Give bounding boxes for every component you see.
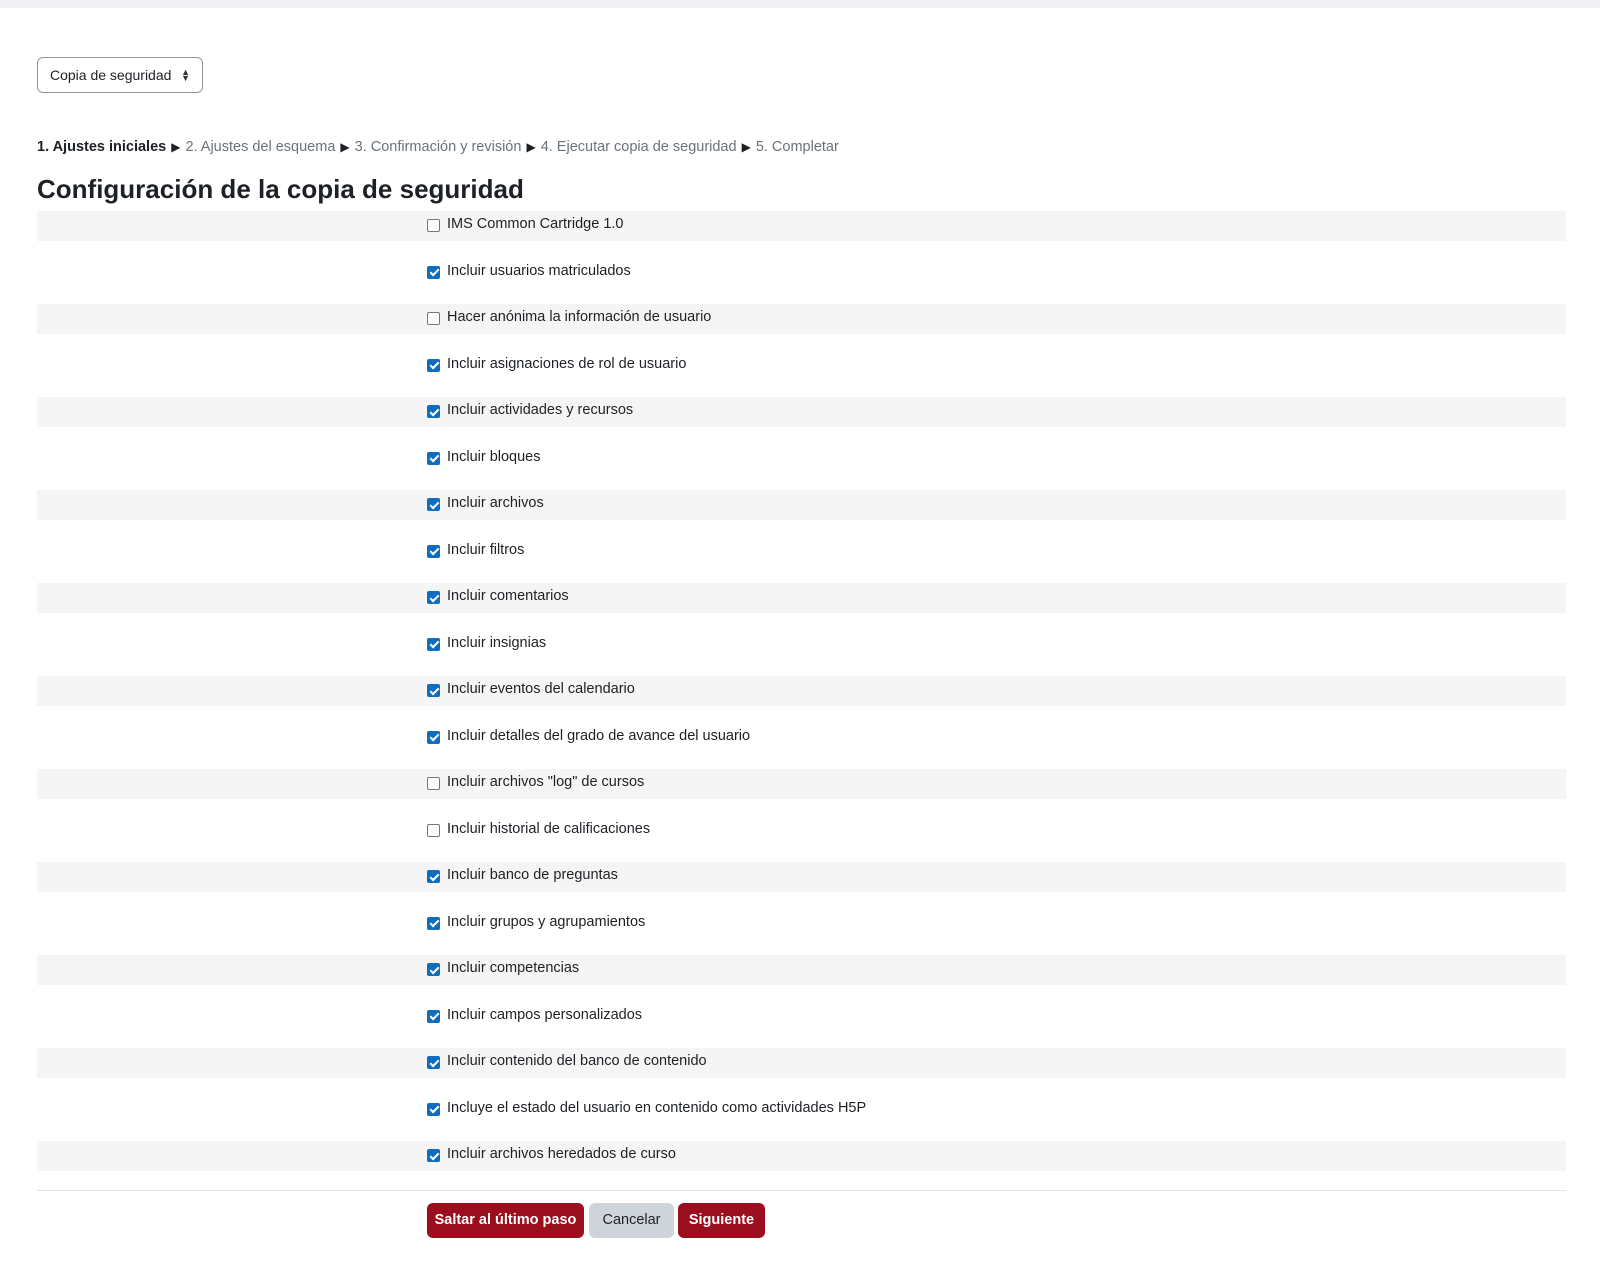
setting-label[interactable]: Incluir historial de calificaciones: [447, 816, 650, 843]
breadcrumb-step: 3. Confirmación y revisión: [354, 139, 522, 155]
setting-row: Incluir detalles del grado de avance del…: [37, 723, 1566, 753]
setting-row: Incluir historial de calificaciones: [37, 816, 1566, 846]
setting-label[interactable]: Incluir archivos "log" de cursos: [447, 769, 644, 796]
setting-checkbox[interactable]: [427, 1102, 440, 1116]
setting-checkbox[interactable]: [427, 1149, 440, 1162]
setting-row: Incluir eventos del calendario: [37, 676, 1566, 706]
setting-row: Hacer anónima la información de usuario: [37, 304, 1566, 334]
setting-row: Incluir insignias: [37, 630, 1566, 660]
breadcrumb-step: 2. Ajustes del esquema: [185, 139, 336, 155]
setting-checkbox[interactable]: [427, 498, 440, 511]
setting-label[interactable]: Incluir archivos: [447, 490, 544, 517]
setting-row: Incluir archivos "log" de cursos: [37, 769, 1566, 799]
form-divider: [37, 1190, 1566, 1191]
setting-label[interactable]: Incluir eventos del calendario: [447, 676, 635, 703]
setting-label[interactable]: Incluir campos personalizados: [447, 1002, 642, 1029]
setting-label[interactable]: Incluir asignaciones de rol de usuario: [447, 351, 686, 378]
setting-row: Incluir competencias: [37, 955, 1566, 985]
setting-row: Incluir filtros: [37, 537, 1566, 567]
setting-checkbox[interactable]: [427, 358, 440, 372]
select-caret-icon: ▲ ▼: [181, 67, 190, 84]
setting-row: Incluir actividades y recursos: [37, 397, 1566, 427]
breadcrumb-separator-icon: ▶: [526, 140, 536, 154]
setting-label[interactable]: Incluir banco de preguntas: [447, 862, 618, 889]
setting-checkbox[interactable]: [427, 405, 440, 418]
setting-row: IMS Common Cartridge 1.0: [37, 211, 1566, 241]
setting-row: Incluir campos personalizados: [37, 1002, 1566, 1032]
setting-label[interactable]: Incluir insignias: [447, 630, 546, 657]
setting-row: Incluir grupos y agrupamientos: [37, 909, 1566, 939]
setting-row: Incluir archivos heredados de curso: [37, 1141, 1566, 1171]
setting-label[interactable]: Incluir bloques: [447, 444, 541, 471]
skip-to-last-step-button[interactable]: Saltar al último paso: [427, 1203, 584, 1238]
setting-row: Incluir usuarios matriculados: [37, 258, 1566, 288]
setting-row: Incluye el estado del usuario en conteni…: [37, 1095, 1566, 1125]
breadcrumb-step: 4. Ejecutar copia de seguridad: [540, 139, 737, 155]
setting-checkbox[interactable]: [427, 591, 440, 604]
setting-row: Incluir contenido del banco de contenido: [37, 1048, 1566, 1078]
setting-label[interactable]: Incluir detalles del grado de avance del…: [447, 723, 750, 750]
setting-row: Incluir banco de preguntas: [37, 862, 1566, 892]
setting-label[interactable]: Incluir archivos heredados de curso: [447, 1141, 676, 1168]
setting-row: Incluir archivos: [37, 490, 1566, 520]
setting-row: Incluir comentarios: [37, 583, 1566, 613]
setting-checkbox[interactable]: [427, 963, 440, 976]
setting-checkbox[interactable]: [427, 1056, 440, 1069]
cancel-button[interactable]: Cancelar: [589, 1203, 674, 1238]
setting-checkbox[interactable]: [427, 265, 440, 279]
setting-checkbox[interactable]: [427, 1009, 440, 1023]
breadcrumb-separator-icon: ▶: [340, 140, 350, 154]
setting-checkbox[interactable]: [427, 451, 440, 465]
setting-checkbox[interactable]: [427, 870, 440, 883]
setting-checkbox[interactable]: [427, 916, 440, 930]
setting-checkbox[interactable]: [427, 219, 440, 232]
page-title: Configuración de la copia de seguridad: [37, 174, 524, 204]
backup-settings-list: IMS Common Cartridge 1.0 Incluir usuarios…: [37, 211, 1566, 1188]
setting-label[interactable]: Incluir actividades y recursos: [447, 397, 633, 424]
setting-checkbox[interactable]: [427, 684, 440, 697]
backup-jump-select-value: Copia de seguridad: [50, 67, 172, 83]
setting-label[interactable]: Hacer anónima la información de usuario: [447, 304, 711, 331]
setting-row: Incluir asignaciones de rol de usuario: [37, 351, 1566, 381]
top-bar: [0, 0, 1600, 8]
breadcrumb-separator-icon: ▶: [171, 140, 181, 154]
backup-steps-breadcrumb: 1. Ajustes iniciales ▶ 2. Ajustes del esqu…: [37, 137, 839, 157]
setting-label[interactable]: Incluir comentarios: [447, 583, 569, 610]
setting-label[interactable]: Incluir usuarios matriculados: [447, 258, 631, 285]
setting-checkbox[interactable]: [427, 637, 440, 651]
setting-checkbox[interactable]: [427, 823, 440, 837]
setting-label[interactable]: Incluir contenido del banco de contenido: [447, 1048, 707, 1075]
setting-label[interactable]: Incluir filtros: [447, 537, 524, 564]
setting-label[interactable]: Incluye el estado del usuario en conteni…: [447, 1095, 866, 1122]
breadcrumb-step: 5. Completar: [755, 139, 839, 155]
setting-row: Incluir bloques: [37, 444, 1566, 474]
setting-label[interactable]: Incluir grupos y agrupamientos: [447, 909, 645, 936]
backup-jump-select[interactable]: Copia de seguridad ▲ ▼: [37, 57, 203, 93]
setting-checkbox[interactable]: [427, 730, 440, 744]
setting-checkbox[interactable]: [427, 312, 440, 325]
setting-checkbox[interactable]: [427, 777, 440, 790]
setting-checkbox[interactable]: [427, 544, 440, 558]
setting-label[interactable]: Incluir competencias: [447, 955, 579, 982]
breadcrumb-separator-icon: ▶: [741, 140, 751, 154]
breadcrumb-step: 1. Ajustes iniciales: [37, 139, 167, 155]
next-button[interactable]: Siguiente: [678, 1203, 765, 1238]
setting-label[interactable]: IMS Common Cartridge 1.0: [447, 211, 623, 238]
